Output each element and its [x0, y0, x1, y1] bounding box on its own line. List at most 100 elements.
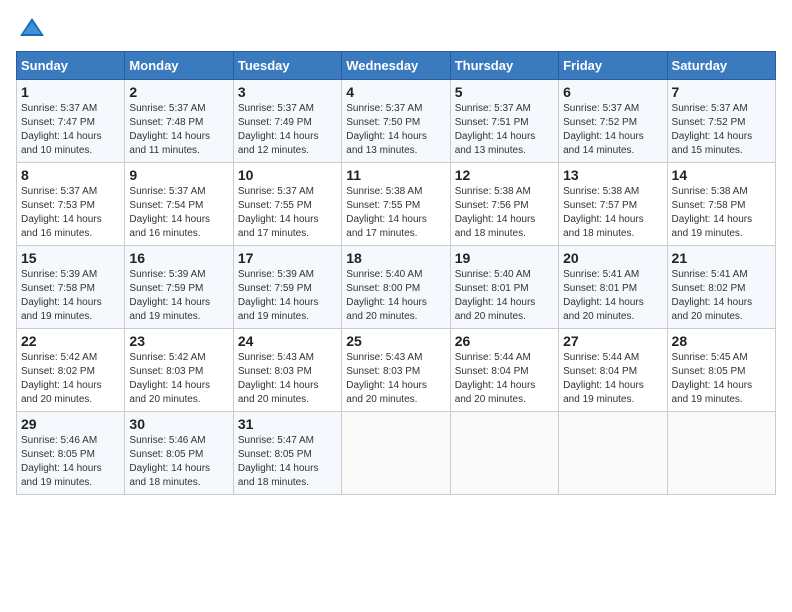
calendar-cell — [667, 412, 775, 495]
day-info: Sunrise: 5:42 AM Sunset: 8:02 PM Dayligh… — [21, 351, 120, 407]
day-number: 17 — [238, 250, 337, 266]
day-info: Sunrise: 5:39 AM Sunset: 7:59 PM Dayligh… — [129, 268, 228, 324]
day-number: 10 — [238, 167, 337, 183]
header — [16, 16, 776, 43]
calendar-cell: 18 Sunrise: 5:40 AM Sunset: 8:00 PM Dayl… — [342, 246, 450, 329]
day-info: Sunrise: 5:41 AM Sunset: 8:02 PM Dayligh… — [672, 268, 771, 324]
day-number: 26 — [455, 333, 554, 349]
day-info: Sunrise: 5:37 AM Sunset: 7:48 PM Dayligh… — [129, 102, 228, 158]
day-number: 20 — [563, 250, 662, 266]
calendar-cell: 19 Sunrise: 5:40 AM Sunset: 8:01 PM Dayl… — [450, 246, 558, 329]
calendar-cell: 6 Sunrise: 5:37 AM Sunset: 7:52 PM Dayli… — [559, 80, 667, 163]
day-info: Sunrise: 5:46 AM Sunset: 8:05 PM Dayligh… — [21, 434, 120, 490]
day-info: Sunrise: 5:39 AM Sunset: 7:58 PM Dayligh… — [21, 268, 120, 324]
day-info: Sunrise: 5:44 AM Sunset: 8:04 PM Dayligh… — [563, 351, 662, 407]
calendar-cell: 27 Sunrise: 5:44 AM Sunset: 8:04 PM Dayl… — [559, 329, 667, 412]
calendar-cell: 20 Sunrise: 5:41 AM Sunset: 8:01 PM Dayl… — [559, 246, 667, 329]
logo-text — [16, 16, 46, 43]
day-info: Sunrise: 5:44 AM Sunset: 8:04 PM Dayligh… — [455, 351, 554, 407]
day-info: Sunrise: 5:37 AM Sunset: 7:50 PM Dayligh… — [346, 102, 445, 158]
day-number: 19 — [455, 250, 554, 266]
calendar-cell — [450, 412, 558, 495]
day-info: Sunrise: 5:47 AM Sunset: 8:05 PM Dayligh… — [238, 434, 337, 490]
day-info: Sunrise: 5:37 AM Sunset: 7:49 PM Dayligh… — [238, 102, 337, 158]
weekday-header-monday: Monday — [125, 52, 233, 80]
weekday-header-sunday: Sunday — [17, 52, 125, 80]
calendar-cell: 29 Sunrise: 5:46 AM Sunset: 8:05 PM Dayl… — [17, 412, 125, 495]
day-info: Sunrise: 5:37 AM Sunset: 7:55 PM Dayligh… — [238, 185, 337, 241]
calendar-cell: 9 Sunrise: 5:37 AM Sunset: 7:54 PM Dayli… — [125, 163, 233, 246]
day-number: 16 — [129, 250, 228, 266]
day-info: Sunrise: 5:42 AM Sunset: 8:03 PM Dayligh… — [129, 351, 228, 407]
day-info: Sunrise: 5:41 AM Sunset: 8:01 PM Dayligh… — [563, 268, 662, 324]
day-number: 6 — [563, 84, 662, 100]
day-info: Sunrise: 5:43 AM Sunset: 8:03 PM Dayligh… — [238, 351, 337, 407]
day-number: 1 — [21, 84, 120, 100]
day-number: 2 — [129, 84, 228, 100]
day-info: Sunrise: 5:43 AM Sunset: 8:03 PM Dayligh… — [346, 351, 445, 407]
day-number: 11 — [346, 167, 445, 183]
day-number: 25 — [346, 333, 445, 349]
day-number: 23 — [129, 333, 228, 349]
calendar-cell: 28 Sunrise: 5:45 AM Sunset: 8:05 PM Dayl… — [667, 329, 775, 412]
day-info: Sunrise: 5:40 AM Sunset: 8:00 PM Dayligh… — [346, 268, 445, 324]
weekday-header-wednesday: Wednesday — [342, 52, 450, 80]
calendar-cell: 24 Sunrise: 5:43 AM Sunset: 8:03 PM Dayl… — [233, 329, 341, 412]
day-number: 31 — [238, 416, 337, 432]
calendar-cell: 3 Sunrise: 5:37 AM Sunset: 7:49 PM Dayli… — [233, 80, 341, 163]
calendar-cell: 22 Sunrise: 5:42 AM Sunset: 8:02 PM Dayl… — [17, 329, 125, 412]
calendar-cell: 25 Sunrise: 5:43 AM Sunset: 8:03 PM Dayl… — [342, 329, 450, 412]
week-row-5: 29 Sunrise: 5:46 AM Sunset: 8:05 PM Dayl… — [17, 412, 776, 495]
day-number: 12 — [455, 167, 554, 183]
weekday-header-tuesday: Tuesday — [233, 52, 341, 80]
weekday-header-thursday: Thursday — [450, 52, 558, 80]
weekday-header-row: SundayMondayTuesdayWednesdayThursdayFrid… — [17, 52, 776, 80]
weekday-header-saturday: Saturday — [667, 52, 775, 80]
day-number: 4 — [346, 84, 445, 100]
week-row-4: 22 Sunrise: 5:42 AM Sunset: 8:02 PM Dayl… — [17, 329, 776, 412]
day-number: 15 — [21, 250, 120, 266]
day-number: 21 — [672, 250, 771, 266]
calendar-cell: 16 Sunrise: 5:39 AM Sunset: 7:59 PM Dayl… — [125, 246, 233, 329]
day-number: 7 — [672, 84, 771, 100]
day-info: Sunrise: 5:37 AM Sunset: 7:51 PM Dayligh… — [455, 102, 554, 158]
calendar-cell — [342, 412, 450, 495]
calendar-cell: 1 Sunrise: 5:37 AM Sunset: 7:47 PM Dayli… — [17, 80, 125, 163]
calendar-cell: 21 Sunrise: 5:41 AM Sunset: 8:02 PM Dayl… — [667, 246, 775, 329]
day-info: Sunrise: 5:38 AM Sunset: 7:58 PM Dayligh… — [672, 185, 771, 241]
day-number: 9 — [129, 167, 228, 183]
week-row-2: 8 Sunrise: 5:37 AM Sunset: 7:53 PM Dayli… — [17, 163, 776, 246]
day-number: 24 — [238, 333, 337, 349]
day-number: 8 — [21, 167, 120, 183]
calendar-cell: 4 Sunrise: 5:37 AM Sunset: 7:50 PM Dayli… — [342, 80, 450, 163]
day-number: 29 — [21, 416, 120, 432]
day-number: 13 — [563, 167, 662, 183]
day-info: Sunrise: 5:37 AM Sunset: 7:52 PM Dayligh… — [563, 102, 662, 158]
day-info: Sunrise: 5:40 AM Sunset: 8:01 PM Dayligh… — [455, 268, 554, 324]
calendar-cell: 17 Sunrise: 5:39 AM Sunset: 7:59 PM Dayl… — [233, 246, 341, 329]
week-row-1: 1 Sunrise: 5:37 AM Sunset: 7:47 PM Dayli… — [17, 80, 776, 163]
calendar-cell: 5 Sunrise: 5:37 AM Sunset: 7:51 PM Dayli… — [450, 80, 558, 163]
calendar: SundayMondayTuesdayWednesdayThursdayFrid… — [16, 51, 776, 495]
calendar-cell: 14 Sunrise: 5:38 AM Sunset: 7:58 PM Dayl… — [667, 163, 775, 246]
day-number: 30 — [129, 416, 228, 432]
day-info: Sunrise: 5:38 AM Sunset: 7:57 PM Dayligh… — [563, 185, 662, 241]
day-number: 5 — [455, 84, 554, 100]
day-info: Sunrise: 5:37 AM Sunset: 7:47 PM Dayligh… — [21, 102, 120, 158]
day-number: 14 — [672, 167, 771, 183]
calendar-cell: 11 Sunrise: 5:38 AM Sunset: 7:55 PM Dayl… — [342, 163, 450, 246]
logo-icon — [18, 16, 46, 38]
calendar-cell: 23 Sunrise: 5:42 AM Sunset: 8:03 PM Dayl… — [125, 329, 233, 412]
week-row-3: 15 Sunrise: 5:39 AM Sunset: 7:58 PM Dayl… — [17, 246, 776, 329]
calendar-cell: 31 Sunrise: 5:47 AM Sunset: 8:05 PM Dayl… — [233, 412, 341, 495]
day-info: Sunrise: 5:38 AM Sunset: 7:56 PM Dayligh… — [455, 185, 554, 241]
day-number: 18 — [346, 250, 445, 266]
day-info: Sunrise: 5:45 AM Sunset: 8:05 PM Dayligh… — [672, 351, 771, 407]
calendar-cell: 12 Sunrise: 5:38 AM Sunset: 7:56 PM Dayl… — [450, 163, 558, 246]
logo — [16, 16, 46, 43]
day-number: 27 — [563, 333, 662, 349]
calendar-cell: 10 Sunrise: 5:37 AM Sunset: 7:55 PM Dayl… — [233, 163, 341, 246]
calendar-cell: 13 Sunrise: 5:38 AM Sunset: 7:57 PM Dayl… — [559, 163, 667, 246]
calendar-cell: 30 Sunrise: 5:46 AM Sunset: 8:05 PM Dayl… — [125, 412, 233, 495]
calendar-cell: 26 Sunrise: 5:44 AM Sunset: 8:04 PM Dayl… — [450, 329, 558, 412]
